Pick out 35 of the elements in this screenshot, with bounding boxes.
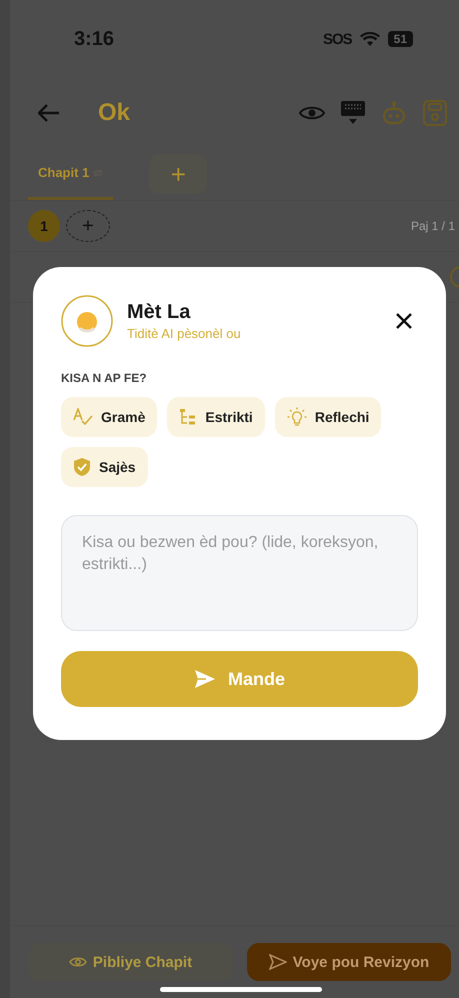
- close-icon[interactable]: [396, 313, 412, 329]
- publish-chapter-button[interactable]: Pibliye Chapit: [28, 943, 233, 981]
- send-icon: [268, 954, 287, 970]
- add-page-button[interactable]: +: [66, 210, 110, 242]
- spell-check-icon: [73, 408, 93, 426]
- eye-icon[interactable]: [299, 104, 325, 122]
- back-arrow-icon[interactable]: [38, 104, 60, 122]
- hierarchy-icon: [179, 408, 198, 426]
- section-label: KISA N AP FE?: [61, 371, 148, 385]
- status-time: 3:16: [74, 28, 114, 50]
- robot-icon[interactable]: [381, 101, 407, 125]
- keyboard-icon[interactable]: [341, 101, 365, 125]
- action-chip[interactable]: Estrikti: [167, 397, 265, 437]
- question-field[interactable]: Kisa ou bezwen èd pou? (lide, koreksyon, estrikti...): [61, 515, 418, 631]
- send-icon: [194, 669, 216, 689]
- lightbulb-icon: [286, 407, 307, 427]
- add-chapter-button[interactable]: +: [149, 154, 208, 194]
- page-number-button[interactable]: 1: [28, 210, 60, 242]
- eye-icon: [68, 956, 87, 968]
- page-indicator: Paj 1 / 1: [410, 219, 456, 233]
- sos-indicator: SOS: [322, 30, 352, 48]
- avatar-icon: [61, 295, 113, 347]
- chapter-tab[interactable]: Chapit 1: [28, 148, 114, 200]
- action-chip[interactable]: Reflechi: [274, 397, 382, 437]
- action-chip[interactable]: Sajès: [61, 447, 148, 487]
- ask-button[interactable]: Mande: [61, 651, 418, 707]
- page-title: Ok: [98, 99, 130, 127]
- dialog-title: Mèt La: [127, 301, 192, 324]
- dialog-subtitle: Tiditè AI pèsonèl ou: [127, 326, 241, 341]
- send-for-review-button[interactable]: Voye pou Revizyon: [247, 943, 451, 981]
- wifi-icon: [360, 32, 380, 46]
- battery-indicator: 51: [388, 31, 413, 47]
- save-icon[interactable]: [423, 100, 447, 126]
- action-chip[interactable]: Gramè: [61, 397, 158, 437]
- shield-check-icon: [73, 457, 91, 477]
